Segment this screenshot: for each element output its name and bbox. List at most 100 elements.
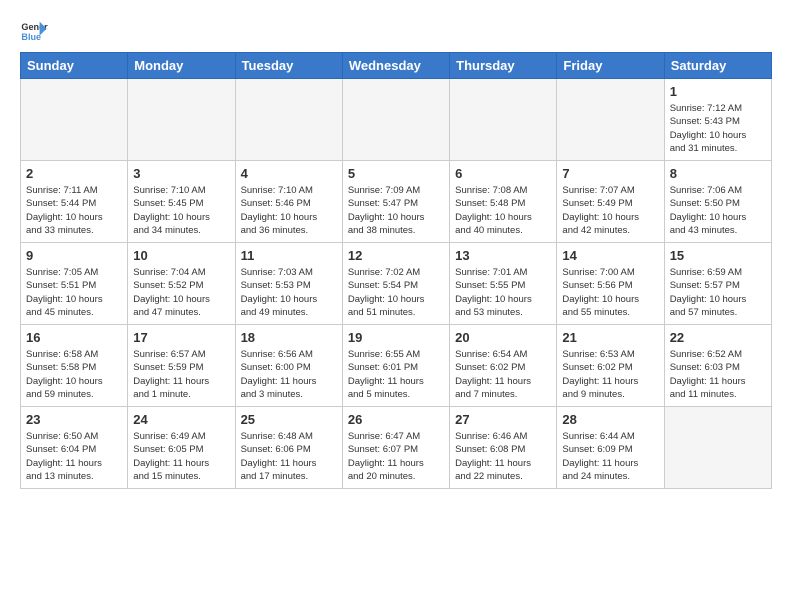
day-info: Sunrise: 6:44 AMSunset: 6:09 PMDaylight:… — [562, 430, 658, 483]
day-cell: 5Sunrise: 7:09 AMSunset: 5:47 PMDaylight… — [342, 161, 449, 243]
day-info: Sunrise: 7:09 AMSunset: 5:47 PMDaylight:… — [348, 184, 444, 237]
weekday-header-saturday: Saturday — [664, 53, 771, 79]
day-info: Sunrise: 7:03 AMSunset: 5:53 PMDaylight:… — [241, 266, 337, 319]
day-info: Sunrise: 7:04 AMSunset: 5:52 PMDaylight:… — [133, 266, 229, 319]
day-info: Sunrise: 7:02 AMSunset: 5:54 PMDaylight:… — [348, 266, 444, 319]
day-cell: 8Sunrise: 7:06 AMSunset: 5:50 PMDaylight… — [664, 161, 771, 243]
calendar-table: SundayMondayTuesdayWednesdayThursdayFrid… — [20, 52, 772, 489]
day-cell: 14Sunrise: 7:00 AMSunset: 5:56 PMDayligh… — [557, 243, 664, 325]
week-row-4: 16Sunrise: 6:58 AMSunset: 5:58 PMDayligh… — [21, 325, 772, 407]
week-row-5: 23Sunrise: 6:50 AMSunset: 6:04 PMDayligh… — [21, 407, 772, 489]
page: General Blue SundayMondayTuesdayWednesda… — [0, 0, 792, 612]
weekday-header-row: SundayMondayTuesdayWednesdayThursdayFrid… — [21, 53, 772, 79]
day-cell: 13Sunrise: 7:01 AMSunset: 5:55 PMDayligh… — [450, 243, 557, 325]
day-cell: 3Sunrise: 7:10 AMSunset: 5:45 PMDaylight… — [128, 161, 235, 243]
day-number: 9 — [26, 247, 122, 265]
day-number: 16 — [26, 329, 122, 347]
day-info: Sunrise: 6:48 AMSunset: 6:06 PMDaylight:… — [241, 430, 337, 483]
day-cell: 18Sunrise: 6:56 AMSunset: 6:00 PMDayligh… — [235, 325, 342, 407]
week-row-1: 1Sunrise: 7:12 AMSunset: 5:43 PMDaylight… — [21, 79, 772, 161]
day-info: Sunrise: 6:58 AMSunset: 5:58 PMDaylight:… — [26, 348, 122, 401]
weekday-header-thursday: Thursday — [450, 53, 557, 79]
header: General Blue — [20, 16, 772, 44]
day-cell: 2Sunrise: 7:11 AMSunset: 5:44 PMDaylight… — [21, 161, 128, 243]
logo-icon: General Blue — [20, 16, 48, 44]
day-cell — [128, 79, 235, 161]
day-cell: 12Sunrise: 7:02 AMSunset: 5:54 PMDayligh… — [342, 243, 449, 325]
day-info: Sunrise: 6:56 AMSunset: 6:00 PMDaylight:… — [241, 348, 337, 401]
day-number: 7 — [562, 165, 658, 183]
day-cell: 17Sunrise: 6:57 AMSunset: 5:59 PMDayligh… — [128, 325, 235, 407]
day-info: Sunrise: 7:06 AMSunset: 5:50 PMDaylight:… — [670, 184, 766, 237]
day-number: 14 — [562, 247, 658, 265]
weekday-header-tuesday: Tuesday — [235, 53, 342, 79]
day-number: 15 — [670, 247, 766, 265]
day-number: 3 — [133, 165, 229, 183]
day-cell — [235, 79, 342, 161]
day-number: 18 — [241, 329, 337, 347]
weekday-header-monday: Monday — [128, 53, 235, 79]
weekday-header-sunday: Sunday — [21, 53, 128, 79]
day-number: 26 — [348, 411, 444, 429]
day-info: Sunrise: 7:07 AMSunset: 5:49 PMDaylight:… — [562, 184, 658, 237]
day-info: Sunrise: 7:10 AMSunset: 5:45 PMDaylight:… — [133, 184, 229, 237]
day-number: 4 — [241, 165, 337, 183]
day-info: Sunrise: 7:12 AMSunset: 5:43 PMDaylight:… — [670, 102, 766, 155]
svg-text:Blue: Blue — [21, 32, 41, 42]
day-cell: 7Sunrise: 7:07 AMSunset: 5:49 PMDaylight… — [557, 161, 664, 243]
week-row-2: 2Sunrise: 7:11 AMSunset: 5:44 PMDaylight… — [21, 161, 772, 243]
day-info: Sunrise: 7:05 AMSunset: 5:51 PMDaylight:… — [26, 266, 122, 319]
day-info: Sunrise: 6:49 AMSunset: 6:05 PMDaylight:… — [133, 430, 229, 483]
day-cell — [557, 79, 664, 161]
day-cell: 28Sunrise: 6:44 AMSunset: 6:09 PMDayligh… — [557, 407, 664, 489]
day-info: Sunrise: 6:57 AMSunset: 5:59 PMDaylight:… — [133, 348, 229, 401]
day-cell: 6Sunrise: 7:08 AMSunset: 5:48 PMDaylight… — [450, 161, 557, 243]
day-cell: 22Sunrise: 6:52 AMSunset: 6:03 PMDayligh… — [664, 325, 771, 407]
day-info: Sunrise: 6:55 AMSunset: 6:01 PMDaylight:… — [348, 348, 444, 401]
day-cell: 24Sunrise: 6:49 AMSunset: 6:05 PMDayligh… — [128, 407, 235, 489]
week-row-3: 9Sunrise: 7:05 AMSunset: 5:51 PMDaylight… — [21, 243, 772, 325]
day-cell: 26Sunrise: 6:47 AMSunset: 6:07 PMDayligh… — [342, 407, 449, 489]
logo: General Blue — [20, 16, 52, 44]
day-number: 13 — [455, 247, 551, 265]
day-info: Sunrise: 7:11 AMSunset: 5:44 PMDaylight:… — [26, 184, 122, 237]
day-cell — [450, 79, 557, 161]
day-number: 8 — [670, 165, 766, 183]
day-cell: 19Sunrise: 6:55 AMSunset: 6:01 PMDayligh… — [342, 325, 449, 407]
day-info: Sunrise: 6:54 AMSunset: 6:02 PMDaylight:… — [455, 348, 551, 401]
day-info: Sunrise: 6:46 AMSunset: 6:08 PMDaylight:… — [455, 430, 551, 483]
day-number: 6 — [455, 165, 551, 183]
day-number: 5 — [348, 165, 444, 183]
day-number: 19 — [348, 329, 444, 347]
day-number: 2 — [26, 165, 122, 183]
day-cell: 16Sunrise: 6:58 AMSunset: 5:58 PMDayligh… — [21, 325, 128, 407]
day-info: Sunrise: 6:52 AMSunset: 6:03 PMDaylight:… — [670, 348, 766, 401]
day-info: Sunrise: 6:59 AMSunset: 5:57 PMDaylight:… — [670, 266, 766, 319]
day-cell: 20Sunrise: 6:54 AMSunset: 6:02 PMDayligh… — [450, 325, 557, 407]
day-cell — [21, 79, 128, 161]
day-info: Sunrise: 7:00 AMSunset: 5:56 PMDaylight:… — [562, 266, 658, 319]
day-cell: 10Sunrise: 7:04 AMSunset: 5:52 PMDayligh… — [128, 243, 235, 325]
day-number: 27 — [455, 411, 551, 429]
day-info: Sunrise: 7:01 AMSunset: 5:55 PMDaylight:… — [455, 266, 551, 319]
day-number: 21 — [562, 329, 658, 347]
day-number: 22 — [670, 329, 766, 347]
day-cell: 4Sunrise: 7:10 AMSunset: 5:46 PMDaylight… — [235, 161, 342, 243]
day-number: 1 — [670, 83, 766, 101]
day-cell: 11Sunrise: 7:03 AMSunset: 5:53 PMDayligh… — [235, 243, 342, 325]
day-cell — [342, 79, 449, 161]
day-info: Sunrise: 6:50 AMSunset: 6:04 PMDaylight:… — [26, 430, 122, 483]
day-info: Sunrise: 6:47 AMSunset: 6:07 PMDaylight:… — [348, 430, 444, 483]
day-number: 20 — [455, 329, 551, 347]
day-number: 10 — [133, 247, 229, 265]
weekday-header-wednesday: Wednesday — [342, 53, 449, 79]
day-number: 12 — [348, 247, 444, 265]
day-number: 17 — [133, 329, 229, 347]
day-cell — [664, 407, 771, 489]
day-number: 28 — [562, 411, 658, 429]
day-cell: 9Sunrise: 7:05 AMSunset: 5:51 PMDaylight… — [21, 243, 128, 325]
day-cell: 15Sunrise: 6:59 AMSunset: 5:57 PMDayligh… — [664, 243, 771, 325]
day-number: 23 — [26, 411, 122, 429]
day-cell: 27Sunrise: 6:46 AMSunset: 6:08 PMDayligh… — [450, 407, 557, 489]
day-number: 11 — [241, 247, 337, 265]
